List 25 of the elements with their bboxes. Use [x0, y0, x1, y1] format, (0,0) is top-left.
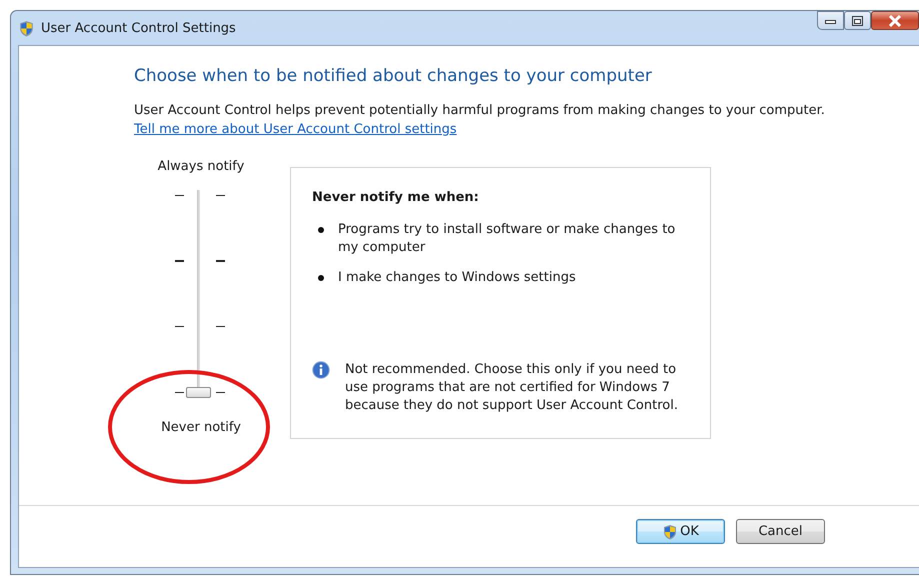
- help-link[interactable]: Tell me more about User Account Control settings: [134, 122, 457, 137]
- slider-track[interactable]: [186, 190, 213, 400]
- warning-note: Not recommended. Choose this only if you need to use programs that are not certified for Windows 7 because they do not support User Account Control.: [345, 361, 679, 415]
- close-icon: [888, 14, 902, 26]
- bullet-icon: [318, 227, 324, 233]
- bullet-icon: [318, 275, 324, 281]
- cancel-button[interactable]: Cancel: [736, 519, 825, 544]
- maximize-icon: [852, 16, 863, 26]
- description-text: User Account Control helps prevent potentially harmful programs from making changes to your computer.: [134, 103, 826, 118]
- shield-icon: [662, 524, 678, 540]
- window-title: User Account Control Settings: [41, 20, 236, 36]
- maximize-button[interactable]: [844, 11, 871, 30]
- bullet-text: I make changes to Windows settings: [338, 269, 576, 287]
- minimize-icon: [825, 18, 836, 24]
- slider-bottom-label: Never notify: [161, 420, 241, 435]
- page-heading: Choose when to be notified about changes to your computer: [134, 66, 653, 86]
- minimize-button[interactable]: [817, 11, 844, 30]
- ok-button[interactable]: OK: [636, 519, 725, 544]
- slider-thumb[interactable]: [186, 387, 211, 398]
- slider-top-label: Always notify: [158, 159, 244, 174]
- shield-icon: [18, 20, 35, 36]
- close-button[interactable]: [871, 11, 919, 30]
- bullet-text: Programs try to install software or make changes to my computer: [338, 221, 676, 257]
- panel-title: Never notify me when:: [312, 190, 480, 205]
- info-icon: [312, 361, 330, 379]
